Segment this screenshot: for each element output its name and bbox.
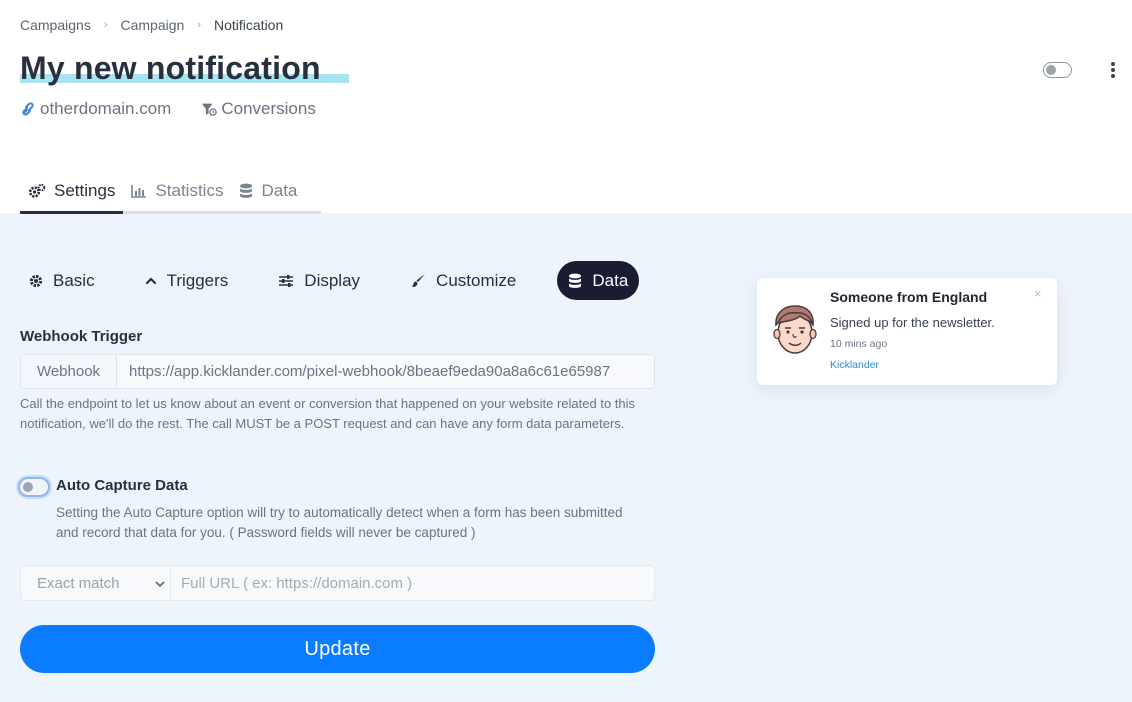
domain-text: otherdomain.com	[40, 99, 172, 118]
preview-body: Signed up for the newsletter.	[830, 315, 995, 330]
database-icon	[568, 273, 582, 289]
match-type-select[interactable]: Exact match	[21, 566, 171, 600]
notification-preview: Someone from England Signed up for the n…	[757, 278, 1057, 385]
paintbrush-icon	[410, 273, 426, 289]
tab-statistics[interactable]: Statistics	[123, 170, 231, 211]
subtab-customize[interactable]: Customize	[401, 261, 525, 300]
webhook-help-text: Call the endpoint to let us know about a…	[20, 396, 636, 431]
subtab-data[interactable]: Data	[557, 261, 640, 300]
preview-brand-link[interactable]: Kicklander	[830, 359, 879, 371]
tab-data-label: Data	[261, 180, 298, 200]
settings-sub-tabs: Basic Triggers Display Customize Data	[20, 261, 640, 300]
subtab-triggers[interactable]: Triggers	[136, 261, 238, 300]
gear-icon	[29, 274, 43, 288]
database-icon	[239, 183, 253, 199]
toggle-knob	[23, 482, 33, 492]
breadcrumb-campaign[interactable]: Campaign	[121, 17, 185, 33]
webhook-url-group: Webhook	[20, 354, 655, 389]
sliders-icon	[278, 274, 294, 288]
tab-settings[interactable]: Settings	[20, 170, 124, 214]
tab-data[interactable]: Data	[231, 170, 305, 211]
subtab-display-label: Display	[304, 270, 361, 290]
type-text: Conversions	[221, 99, 316, 118]
bar-chart-icon	[131, 184, 147, 198]
tab-statistics-label: Statistics	[155, 180, 224, 200]
breadcrumb-notification: Notification	[214, 17, 284, 33]
avatar	[770, 303, 820, 359]
breadcrumb-separator: ›	[103, 19, 108, 31]
subtab-triggers-label: Triggers	[166, 270, 229, 290]
subtab-data-label: Data	[592, 270, 629, 290]
subtab-basic[interactable]: Basic	[20, 261, 104, 300]
more-options-button[interactable]	[1106, 60, 1120, 80]
main-tabs: Settings Statistics Data	[20, 170, 321, 214]
auto-capture-toggle[interactable]	[18, 477, 50, 497]
domain-link[interactable]: otherdomain.com	[20, 99, 171, 119]
close-icon[interactable]: ×	[1034, 286, 1042, 301]
link-icon	[20, 101, 36, 117]
dot-icon	[1111, 68, 1115, 72]
subtab-basic-label: Basic	[53, 270, 95, 290]
chevron-up-icon	[145, 276, 157, 286]
match-type-value: Exact match	[37, 574, 120, 592]
notification-type: Conversions	[201, 99, 316, 119]
webhook-url-field[interactable]	[117, 355, 654, 388]
funnel-icon	[201, 101, 218, 117]
webhook-addon: Webhook	[21, 355, 117, 388]
subtab-customize-label: Customize	[436, 270, 517, 290]
page-title-text: My new notification	[20, 50, 321, 86]
breadcrumb: Campaigns › Campaign › Notification	[20, 17, 283, 33]
dot-icon	[1111, 74, 1115, 78]
auto-capture-help-text: Setting the Auto Capture option will try…	[56, 505, 623, 540]
auto-capture-label: Auto Capture Data	[56, 477, 188, 494]
update-button[interactable]: Update	[20, 625, 655, 673]
chevron-down-icon	[154, 575, 166, 592]
breadcrumb-separator: ›	[197, 19, 201, 31]
toggle-knob	[1046, 65, 1056, 75]
dot-icon	[1111, 62, 1115, 66]
url-filter-group: Exact match	[20, 565, 655, 601]
gears-icon	[28, 183, 46, 199]
page-title: My new notification	[20, 50, 321, 87]
breadcrumb-campaigns[interactable]: Campaigns	[20, 17, 91, 33]
full-url-input[interactable]	[171, 566, 654, 600]
subtab-display[interactable]: Display	[269, 261, 369, 300]
tab-settings-label: Settings	[54, 180, 116, 200]
preview-title: Someone from England	[830, 289, 988, 305]
notification-meta: otherdomain.com Conversions	[20, 99, 346, 119]
webhook-trigger-label: Webhook Trigger	[20, 328, 143, 345]
preview-time: 10 mins ago	[830, 338, 888, 350]
notification-enabled-toggle[interactable]	[1043, 62, 1072, 78]
